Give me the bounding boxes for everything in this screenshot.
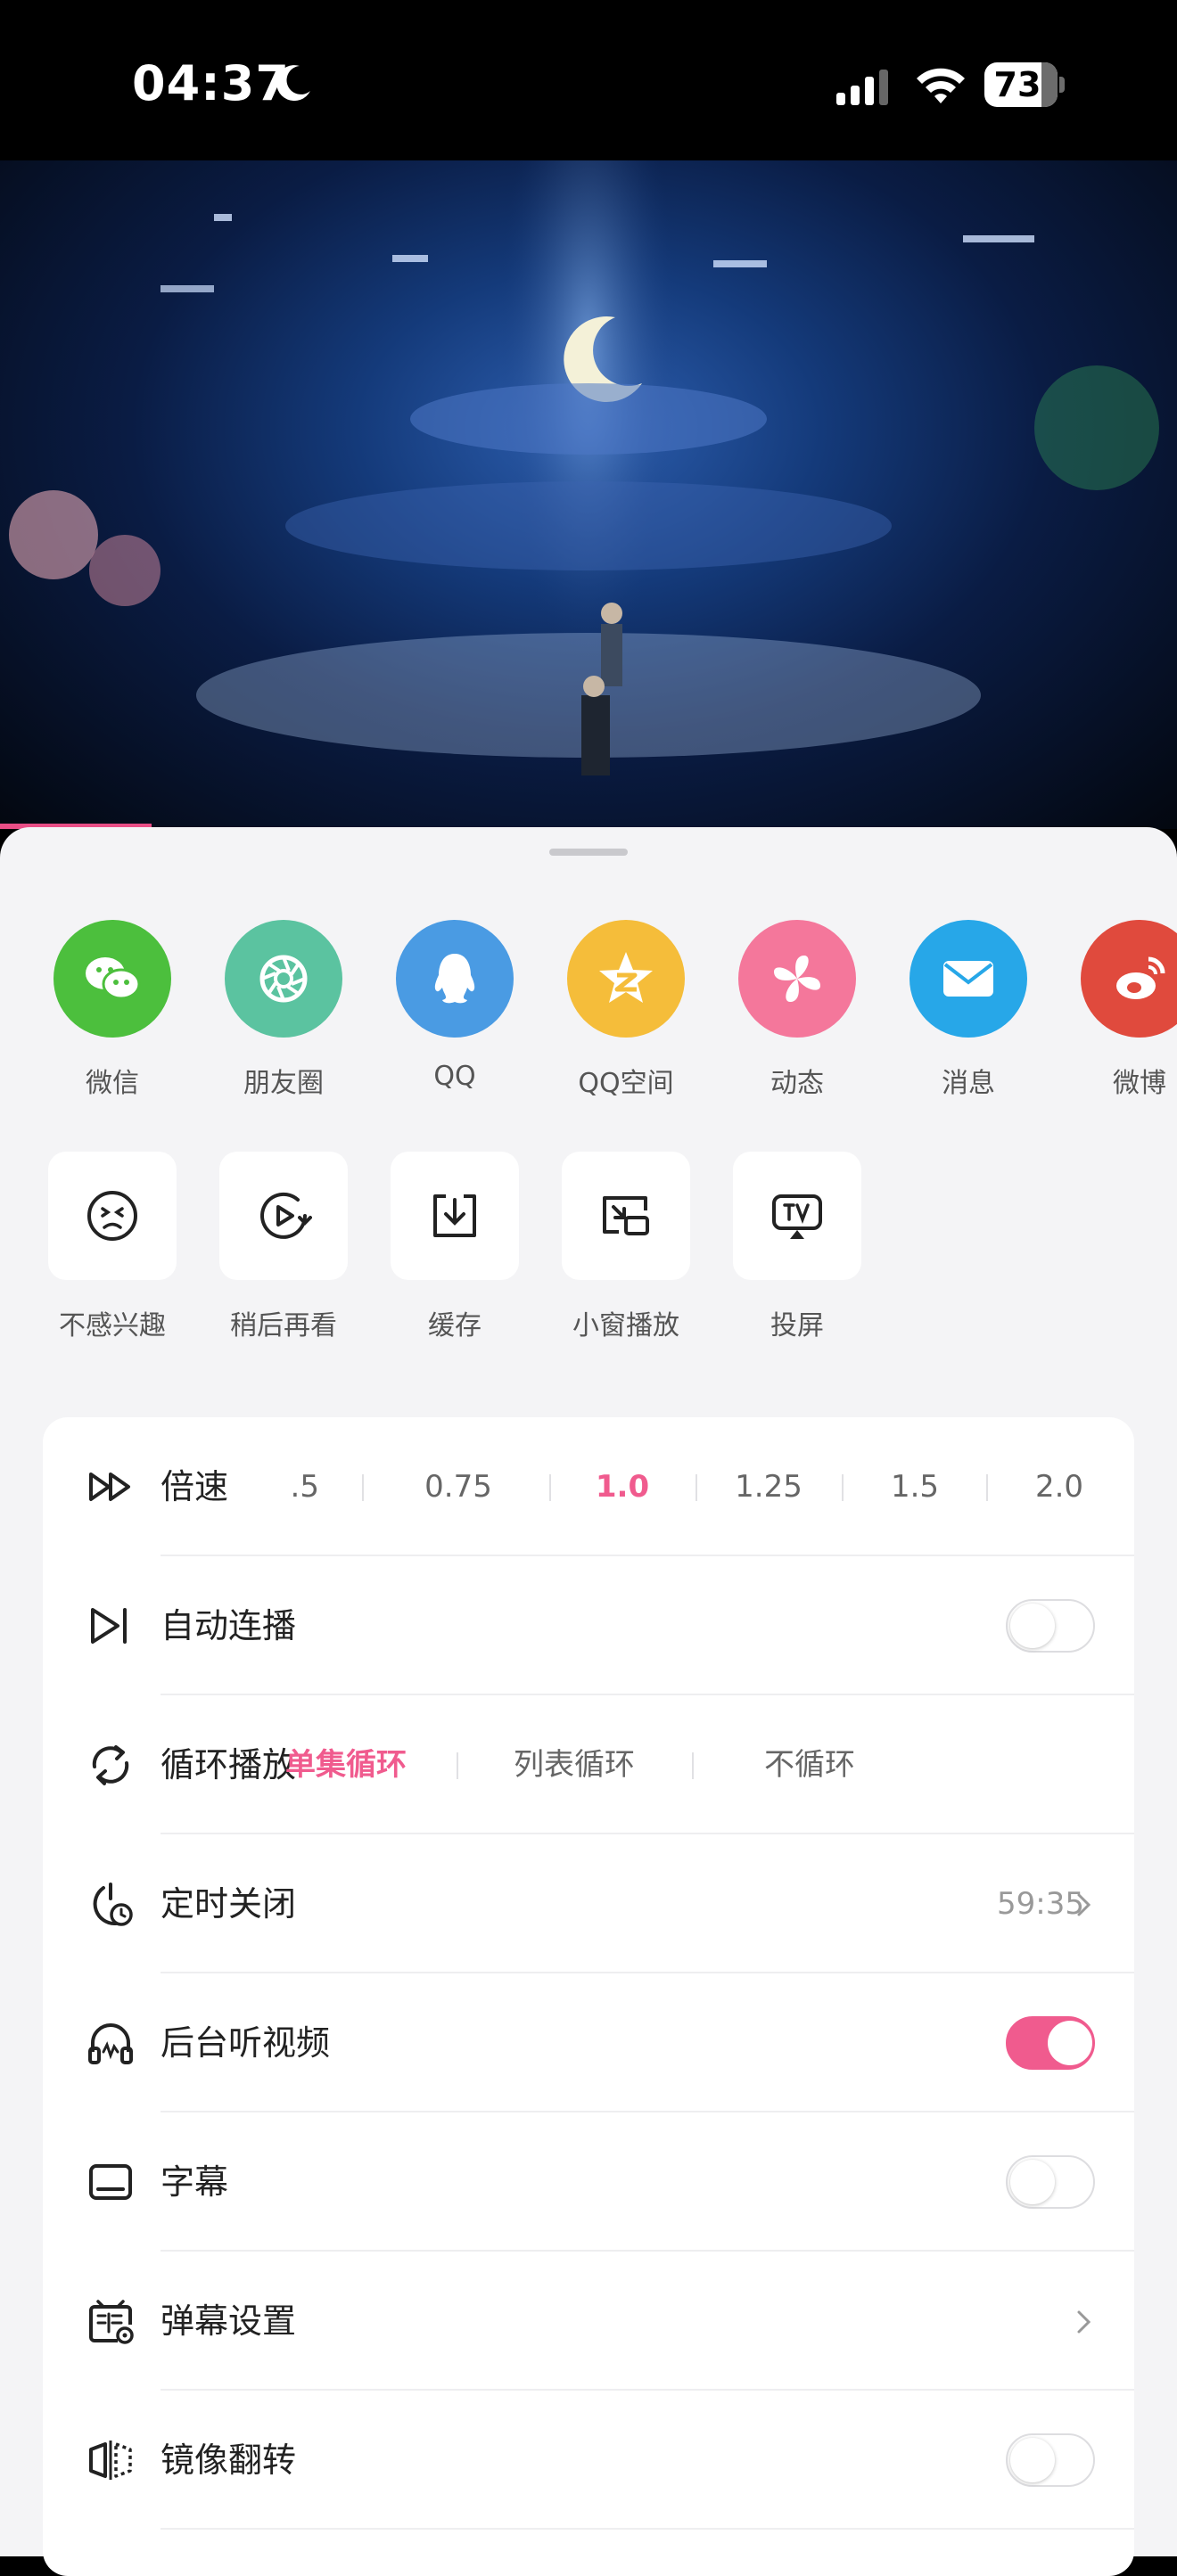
tool-mini-window[interactable]: 小窗播放 — [540, 1152, 712, 1342]
tool-label: 投屏 — [770, 1310, 824, 1341]
share-message[interactable]: 消息 — [883, 920, 1054, 1100]
share-label: 消息 — [942, 1068, 995, 1099]
setting-speed: 倍速 .5 0.75 1.0 1.25 1.5 2.0 — [43, 1417, 1134, 1556]
watch-later-icon — [260, 1192, 312, 1239]
subtitles-toggle[interactable] — [1006, 2155, 1095, 2209]
skip-next-icon — [91, 1608, 127, 1644]
tool-watch-later[interactable]: 稍后再看 — [198, 1152, 369, 1342]
video-frame — [9, 160, 1159, 784]
download-icon — [433, 1194, 476, 1237]
status-time: 04:37 — [132, 55, 290, 111]
timer-icon — [93, 1883, 133, 1926]
share-label: 朋友圈 — [243, 1068, 324, 1099]
tool-label: 缓存 — [428, 1310, 482, 1341]
share-moments[interactable]: 朋友圈 — [198, 920, 369, 1100]
mirror-flip-icon — [89, 2441, 132, 2480]
loop-option[interactable]: 不循环 — [694, 1742, 926, 1788]
battery-indicator: 73 — [984, 62, 1066, 109]
mirror-toggle[interactable] — [1006, 2433, 1095, 2487]
headphones-icon — [88, 2023, 133, 2064]
share-label: 微博 — [1113, 1068, 1166, 1099]
tool-cast[interactable]: 投屏 — [712, 1152, 883, 1342]
loop-options[interactable]: 单集循环 列表循环 不循环 — [275, 1742, 1095, 1788]
settings-card: 倍速 .5 0.75 1.0 1.25 1.5 2.0 自动连播 循环播放 单集… — [43, 1417, 1134, 2576]
tool-label: 不感兴趣 — [59, 1310, 166, 1341]
wechat-icon — [86, 957, 141, 1000]
share-label: 动态 — [770, 1068, 824, 1099]
setting-title: 镜像翻转 — [160, 2441, 297, 2480]
background-audio-toggle[interactable] — [1006, 2016, 1095, 2070]
share-weibo[interactable]: 微博 — [1054, 920, 1177, 1100]
setting-title: 后台听视频 — [160, 2023, 331, 2063]
share-wechat[interactable]: 微信 — [27, 920, 198, 1100]
battery-level: 73 — [993, 65, 1041, 104]
pinwheel-icon — [774, 956, 820, 1002]
timer-value: 59:35 — [997, 1886, 1084, 1922]
loop-option[interactable]: 列表循环 — [458, 1742, 690, 1788]
tools-row[interactable]: 不感兴趣 稍后再看 缓存 小窗播放 投屏 — [0, 1152, 1177, 1348]
speed-options[interactable]: .5 0.75 1.0 1.25 1.5 2.0 — [275, 1464, 1095, 1510]
share-label: QQ — [433, 1061, 476, 1092]
tool-label: 小窗播放 — [572, 1310, 679, 1341]
share-qzone[interactable]: QQ空间 — [540, 920, 712, 1100]
setting-loop: 循环播放 单集循环 列表循环 不循环 — [43, 1695, 1134, 1834]
setting-title: 倍速 — [160, 1467, 229, 1506]
tool-label: 稍后再看 — [230, 1310, 337, 1341]
setting-autoplay: 自动连播 — [43, 1556, 1134, 1695]
cast-tv-icon — [772, 1194, 822, 1239]
status-bar: 04:37 73 — [0, 0, 1177, 160]
setting-title: 弹幕设置 — [160, 2301, 297, 2341]
tool-download[interactable]: 缓存 — [369, 1152, 540, 1342]
speed-option[interactable]: .5 — [221, 1464, 319, 1510]
not-interested-icon — [87, 1191, 137, 1241]
share-label: QQ空间 — [578, 1068, 674, 1099]
qzone-icon — [599, 952, 653, 1003]
autoplay-toggle[interactable] — [1006, 1599, 1095, 1653]
chevron-right-icon — [1077, 2310, 1091, 2334]
loop-icon — [92, 1745, 129, 1785]
share-qq[interactable]: QQ — [369, 920, 540, 1092]
speed-option[interactable]: 1.25 — [696, 1464, 842, 1510]
tool-not-interested[interactable]: 不感兴趣 — [27, 1152, 198, 1342]
share-sheet: 微信 朋友圈 QQ QQ空间 动态 消息 微博 不感兴趣 稍后再看 缓存 小窗播… — [0, 827, 1177, 2576]
sheet-drag-handle[interactable] — [549, 849, 628, 856]
loop-option-selected[interactable]: 单集循环 — [230, 1742, 462, 1788]
chevron-right-icon — [1077, 1893, 1091, 1916]
setting-timer[interactable]: 定时关闭 59:35 — [43, 1834, 1134, 1973]
setting-danmaku[interactable]: 弹幕设置 — [43, 2252, 1134, 2391]
qq-icon — [434, 954, 475, 1004]
mini-window-icon — [603, 1196, 649, 1235]
setting-background-audio: 后台听视频 — [43, 1973, 1134, 2112]
speed-option-selected[interactable]: 1.0 — [549, 1464, 696, 1510]
share-dynamic[interactable]: 动态 — [712, 920, 883, 1100]
setting-title: 定时关闭 — [160, 1884, 297, 1924]
share-label: 微信 — [86, 1068, 139, 1099]
fast-forward-icon — [89, 1473, 130, 1501]
setting-subtitles: 字幕 — [43, 2112, 1134, 2252]
setting-title: 自动连播 — [160, 1606, 297, 1645]
setting-mirror: 镜像翻转 — [43, 2391, 1134, 2530]
weibo-icon — [1116, 956, 1165, 999]
speed-option[interactable]: 1.5 — [842, 1464, 988, 1510]
moon-icon — [276, 65, 310, 102]
video-player[interactable] — [0, 160, 1177, 829]
message-icon — [943, 961, 993, 997]
share-targets-row[interactable]: 微信 朋友圈 QQ QQ空间 动态 消息 微博 — [0, 920, 1177, 1099]
wifi-icon — [917, 68, 965, 103]
moments-icon — [259, 955, 308, 1003]
speed-option[interactable]: 0.75 — [405, 1464, 512, 1510]
danmaku-settings-icon — [89, 2300, 134, 2344]
cellular-signal-icon — [836, 70, 888, 105]
setting-title: 字幕 — [160, 2162, 229, 2202]
speed-option[interactable]: 2.0 — [986, 1464, 1132, 1510]
subtitles-icon — [89, 2164, 132, 2200]
